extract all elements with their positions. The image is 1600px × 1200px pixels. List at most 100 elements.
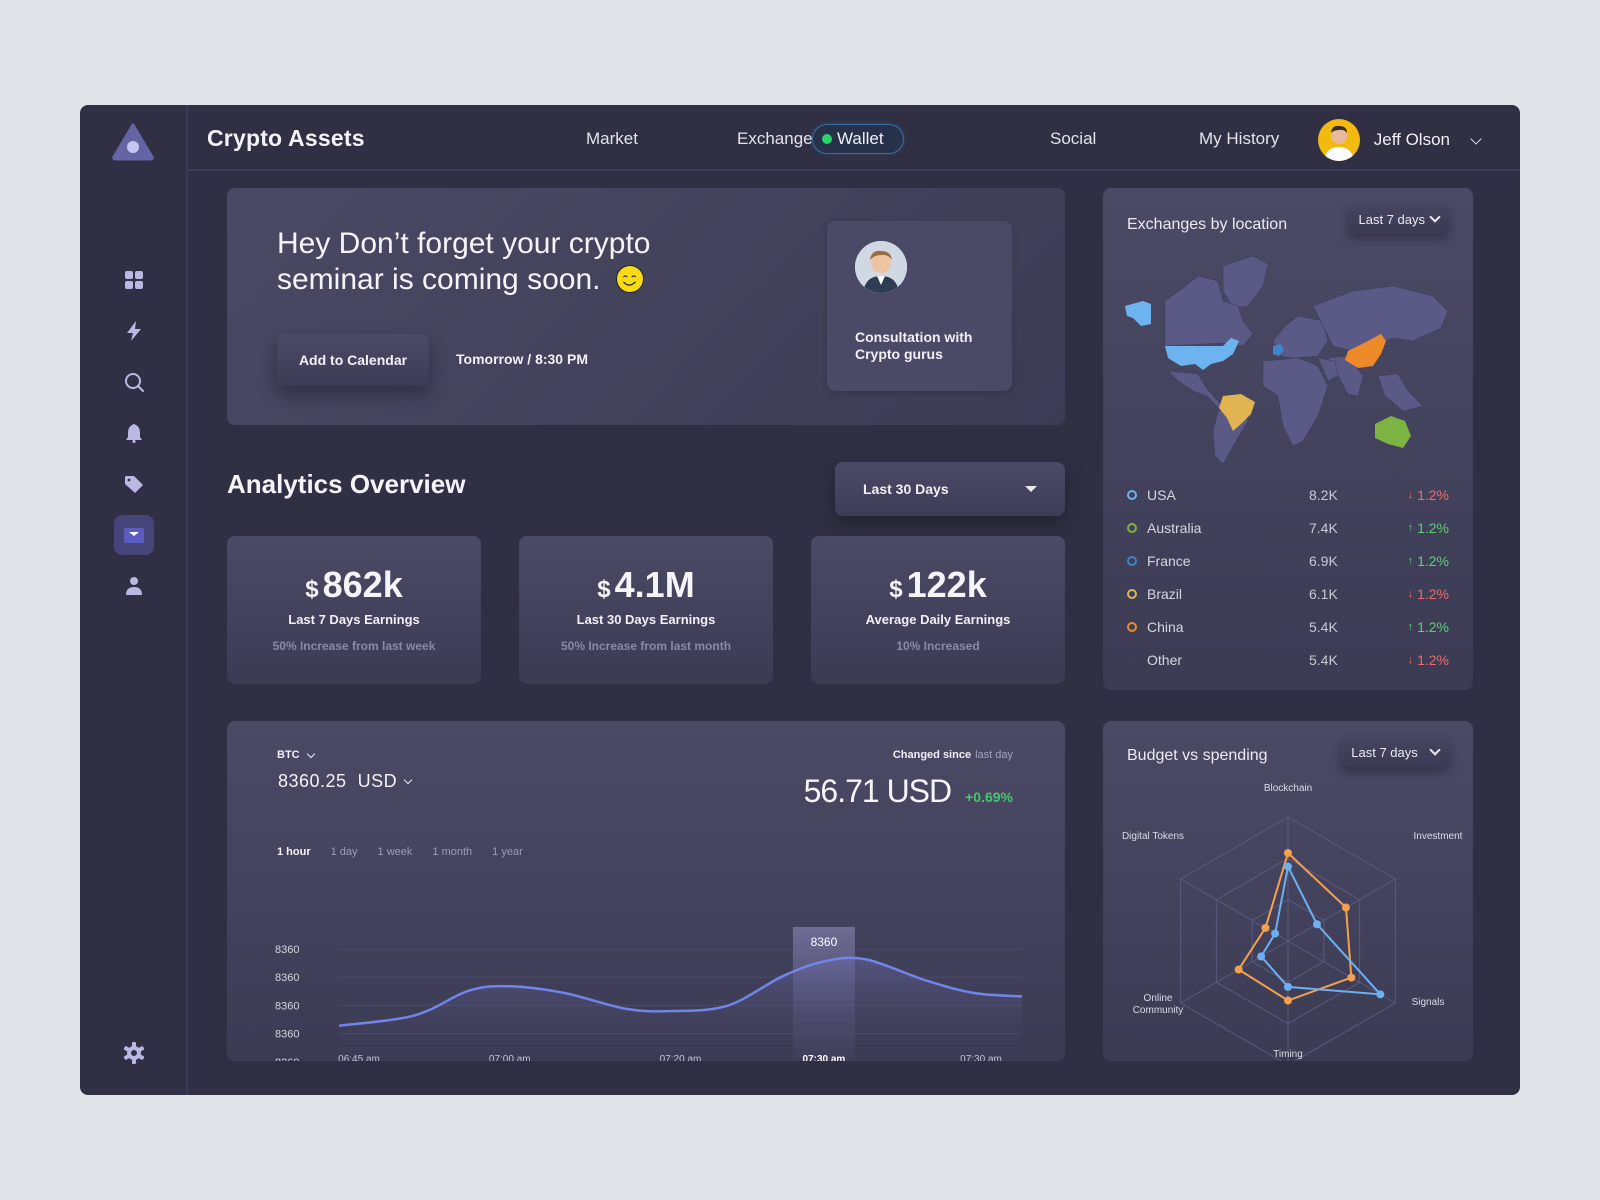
line-area [339,957,1022,1061]
radar-spoke [1180,940,1289,1004]
nav-my-history[interactable]: My History [1199,129,1279,149]
radar-point [1261,923,1270,932]
x-tick-label: 07:30 am [960,1054,1002,1061]
sidebar-item-dashboard[interactable] [114,260,154,300]
radar-point [1284,982,1292,991]
stat-card-average-daily: $122k Average Daily Earnings 10% Increas… [811,536,1065,684]
range-tab-1-week[interactable]: 1 week [378,846,413,858]
range-tab-1-hour[interactable]: 1 hour [277,846,311,858]
sidebar-item-notifications[interactable] [114,413,154,453]
nav-social[interactable]: Social [1050,129,1096,149]
stat-value: 4.1M [614,564,695,605]
legend-ring-icon [1127,489,1137,500]
radar-point [1376,990,1385,999]
nav-wallet[interactable]: Wallet [812,124,904,154]
mail-icon [124,528,144,543]
radar-spoke [1287,878,1396,942]
location-row[interactable]: USA 8.2K ↓ 1.2% [1127,478,1449,511]
x-tick-label: 07:30 am [803,1054,846,1061]
user-icon [126,577,142,595]
consultation-card[interactable]: Consultation with Crypto gurus [827,221,1012,391]
nav-exchange[interactable]: Exchange [737,129,813,149]
change-value: 56.71 USD [803,773,953,809]
sidebar-item-profile[interactable] [114,566,154,606]
chevron-down-icon [1470,132,1482,145]
analytics-period-select[interactable]: Last 30 Days [835,462,1065,516]
currency-select[interactable]: 8360.25 USD [278,771,413,792]
add-to-calendar-button[interactable]: Add to Calendar [277,334,429,386]
radar-point [1341,903,1350,912]
highlight-value-label: 8360 [811,935,838,949]
chevron-down-icon [1429,211,1441,223]
sidebar [80,105,188,1095]
stat-card-30-days: $4.1M Last 30 Days Earnings 50% Increase… [519,536,773,684]
gear-icon [123,1042,145,1064]
event-time: Tomorrow / 8:30 PM [456,351,588,367]
budget-period-value: Last 7 days [1351,744,1418,760]
logo-icon[interactable] [112,123,154,161]
arrow-down-icon: ↓ [1407,488,1414,501]
location-row[interactable]: Brazil 6.1K ↓ 1.2% [1127,577,1449,610]
stat-label: Last 30 Days Earnings [576,612,716,627]
map-greenland [1222,255,1269,309]
location-row[interactable]: Australia 7.4K ↑ 1.2% [1127,511,1449,544]
btc-line-chart[interactable]: 8360 8360 8360 8360 8360 8360 06:45 am 07:00 am… [267,861,1027,1061]
radar-point [1284,848,1292,857]
settings-button[interactable] [114,1033,154,1073]
range-tab-1-month[interactable]: 1 month [432,846,472,858]
sidebar-item-messages[interactable] [114,515,154,555]
consultation-title: Consultation with Crypto gurus [855,329,973,362]
guru-avatar [855,241,907,293]
stat-subtext: 10% Increased [896,639,980,653]
radar-axis-label: Investment [1414,831,1463,842]
currency-symbol: $ [889,576,903,603]
stat-label: Last 7 Days Earnings [288,612,420,627]
app-title: Crypto Assets [207,125,365,151]
sidebar-item-tags[interactable] [114,464,154,504]
arrow-down-icon: ↓ [1407,653,1414,666]
user-menu[interactable]: Jeff Olson [1317,119,1482,161]
exchanges-by-location-panel: Exchanges by location Last 7 days USA 8.… [1103,188,1473,690]
legend-ring-icon [1127,654,1137,665]
world-map[interactable] [1123,246,1453,466]
y-tick-label: 8360 [275,1000,299,1012]
map-mexico [1167,370,1224,410]
radar-point [1347,973,1356,982]
legend-ring-icon [1127,522,1137,533]
chevron-down-icon [403,775,413,785]
location-row[interactable]: China 5.4K ↑ 1.2% [1127,610,1449,643]
budget-radar-chart: Blockchain Investment Signals Timing Online C… [1122,783,1463,1061]
location-list: USA 8.2K ↓ 1.2% Australia 7.4K ↑ 1.2% France 6.… [1127,478,1449,676]
exchanges-period-select[interactable]: Last 7 days [1348,204,1449,234]
location-row[interactable]: France 6.9K ↑ 1.2% [1127,544,1449,577]
y-tick-label: 8360 [275,1057,299,1061]
sidebar-item-search[interactable] [114,362,154,402]
stat-value: 122k [906,564,987,605]
legend-ring-icon [1127,621,1137,632]
grid-icon [125,271,143,289]
radar-point [1284,862,1292,871]
radar-axis-label: Digital Tokens [1122,831,1184,842]
location-row[interactable]: Other 5.4K ↓ 1.2% [1127,643,1449,676]
lightning-icon [127,321,141,341]
stat-subtext: 50% Increase from last week [272,639,436,653]
asset-select[interactable]: BTC [277,749,315,761]
range-tab-1-year[interactable]: 1 year [492,846,523,858]
radar-point [1312,920,1321,929]
sidebar-item-activity[interactable] [114,311,154,351]
map-se-asia [1377,373,1424,412]
analytics-period-value: Last 30 Days [863,481,949,497]
stat-value: 862k [322,564,403,605]
time-range-tabs: 1 hour 1 day 1 week 1 month 1 year [277,846,523,858]
caret-down-icon [1025,486,1037,492]
nav-market[interactable]: Market [586,129,638,149]
chevron-down-icon [306,749,315,758]
stat-card-7-days: $862k Last 7 Days Earnings 50% Increase … [227,536,481,684]
chevron-down-icon [1429,744,1441,756]
range-tab-1-day[interactable]: 1 day [331,846,358,858]
exchanges-period-value: Last 7 days [1358,211,1426,227]
app-window: Crypto Assets Market Exchange Wallet Soc… [80,105,1520,1095]
legend-ring-icon [1127,555,1137,566]
smiley-emoji-icon [616,265,645,293]
btc-price-value: 8360.25 [278,771,347,791]
